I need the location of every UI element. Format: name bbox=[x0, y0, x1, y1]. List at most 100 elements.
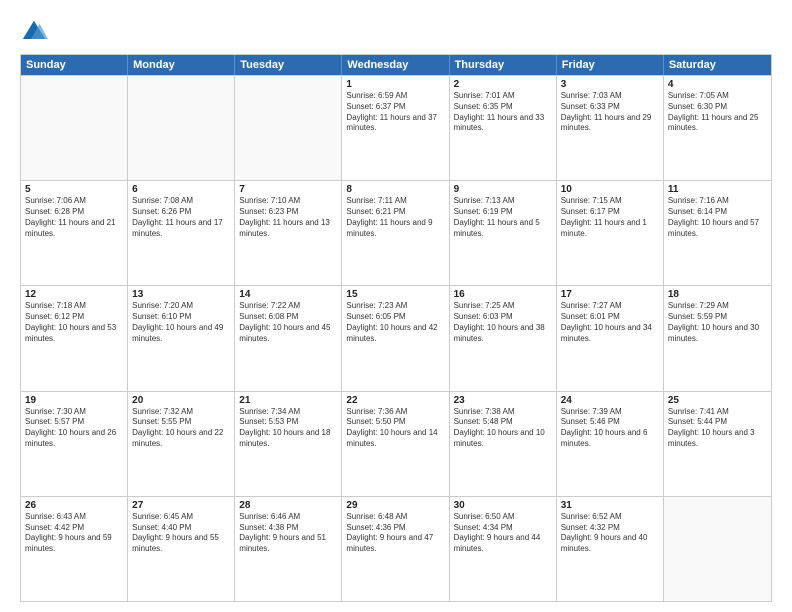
calendar-cell-0-4: 2Sunrise: 7:01 AM Sunset: 6:35 PM Daylig… bbox=[450, 76, 557, 180]
header-cell-tuesday: Tuesday bbox=[235, 55, 342, 75]
day-number: 3 bbox=[561, 79, 659, 90]
cell-info: Sunrise: 6:43 AM Sunset: 4:42 PM Dayligh… bbox=[25, 512, 123, 555]
day-number: 1 bbox=[346, 79, 444, 90]
calendar-cell-1-2: 7Sunrise: 7:10 AM Sunset: 6:23 PM Daylig… bbox=[235, 181, 342, 285]
calendar: SundayMondayTuesdayWednesdayThursdayFrid… bbox=[20, 54, 772, 602]
cell-info: Sunrise: 7:38 AM Sunset: 5:48 PM Dayligh… bbox=[454, 407, 552, 450]
day-number: 15 bbox=[346, 289, 444, 300]
day-number: 16 bbox=[454, 289, 552, 300]
calendar-cell-0-6: 4Sunrise: 7:05 AM Sunset: 6:30 PM Daylig… bbox=[664, 76, 771, 180]
day-number: 14 bbox=[239, 289, 337, 300]
cell-info: Sunrise: 7:22 AM Sunset: 6:08 PM Dayligh… bbox=[239, 301, 337, 344]
cell-info: Sunrise: 6:59 AM Sunset: 6:37 PM Dayligh… bbox=[346, 91, 444, 134]
day-number: 17 bbox=[561, 289, 659, 300]
header-cell-wednesday: Wednesday bbox=[342, 55, 449, 75]
cell-info: Sunrise: 7:15 AM Sunset: 6:17 PM Dayligh… bbox=[561, 196, 659, 239]
day-number: 4 bbox=[668, 79, 767, 90]
cell-info: Sunrise: 6:50 AM Sunset: 4:34 PM Dayligh… bbox=[454, 512, 552, 555]
header-cell-thursday: Thursday bbox=[450, 55, 557, 75]
cell-info: Sunrise: 7:10 AM Sunset: 6:23 PM Dayligh… bbox=[239, 196, 337, 239]
cell-info: Sunrise: 7:20 AM Sunset: 6:10 PM Dayligh… bbox=[132, 301, 230, 344]
cell-info: Sunrise: 7:11 AM Sunset: 6:21 PM Dayligh… bbox=[346, 196, 444, 239]
calendar-row-4: 26Sunrise: 6:43 AM Sunset: 4:42 PM Dayli… bbox=[21, 496, 771, 601]
calendar-cell-1-3: 8Sunrise: 7:11 AM Sunset: 6:21 PM Daylig… bbox=[342, 181, 449, 285]
calendar-cell-3-3: 22Sunrise: 7:36 AM Sunset: 5:50 PM Dayli… bbox=[342, 392, 449, 496]
header bbox=[20, 18, 772, 46]
calendar-cell-1-5: 10Sunrise: 7:15 AM Sunset: 6:17 PM Dayli… bbox=[557, 181, 664, 285]
cell-info: Sunrise: 7:25 AM Sunset: 6:03 PM Dayligh… bbox=[454, 301, 552, 344]
day-number: 20 bbox=[132, 395, 230, 406]
calendar-cell-2-0: 12Sunrise: 7:18 AM Sunset: 6:12 PM Dayli… bbox=[21, 286, 128, 390]
cell-info: Sunrise: 7:01 AM Sunset: 6:35 PM Dayligh… bbox=[454, 91, 552, 134]
day-number: 2 bbox=[454, 79, 552, 90]
day-number: 6 bbox=[132, 184, 230, 195]
cell-info: Sunrise: 7:06 AM Sunset: 6:28 PM Dayligh… bbox=[25, 196, 123, 239]
cell-info: Sunrise: 7:29 AM Sunset: 5:59 PM Dayligh… bbox=[668, 301, 767, 344]
calendar-cell-4-0: 26Sunrise: 6:43 AM Sunset: 4:42 PM Dayli… bbox=[21, 497, 128, 601]
cell-info: Sunrise: 7:05 AM Sunset: 6:30 PM Dayligh… bbox=[668, 91, 767, 134]
day-number: 25 bbox=[668, 395, 767, 406]
day-number: 26 bbox=[25, 500, 123, 511]
header-cell-sunday: Sunday bbox=[21, 55, 128, 75]
day-number: 23 bbox=[454, 395, 552, 406]
cell-info: Sunrise: 7:39 AM Sunset: 5:46 PM Dayligh… bbox=[561, 407, 659, 450]
page: SundayMondayTuesdayWednesdayThursdayFrid… bbox=[0, 0, 792, 612]
logo-icon bbox=[20, 18, 48, 46]
cell-info: Sunrise: 7:13 AM Sunset: 6:19 PM Dayligh… bbox=[454, 196, 552, 239]
calendar-body: 1Sunrise: 6:59 AM Sunset: 6:37 PM Daylig… bbox=[21, 75, 771, 601]
calendar-row-2: 12Sunrise: 7:18 AM Sunset: 6:12 PM Dayli… bbox=[21, 285, 771, 390]
calendar-cell-0-5: 3Sunrise: 7:03 AM Sunset: 6:33 PM Daylig… bbox=[557, 76, 664, 180]
cell-info: Sunrise: 7:23 AM Sunset: 6:05 PM Dayligh… bbox=[346, 301, 444, 344]
day-number: 9 bbox=[454, 184, 552, 195]
day-number: 11 bbox=[668, 184, 767, 195]
calendar-cell-2-1: 13Sunrise: 7:20 AM Sunset: 6:10 PM Dayli… bbox=[128, 286, 235, 390]
day-number: 27 bbox=[132, 500, 230, 511]
calendar-cell-1-1: 6Sunrise: 7:08 AM Sunset: 6:26 PM Daylig… bbox=[128, 181, 235, 285]
day-number: 22 bbox=[346, 395, 444, 406]
day-number: 18 bbox=[668, 289, 767, 300]
day-number: 12 bbox=[25, 289, 123, 300]
calendar-cell-3-0: 19Sunrise: 7:30 AM Sunset: 5:57 PM Dayli… bbox=[21, 392, 128, 496]
logo bbox=[20, 18, 50, 46]
calendar-cell-4-2: 28Sunrise: 6:46 AM Sunset: 4:38 PM Dayli… bbox=[235, 497, 342, 601]
calendar-cell-4-5: 31Sunrise: 6:52 AM Sunset: 4:32 PM Dayli… bbox=[557, 497, 664, 601]
day-number: 10 bbox=[561, 184, 659, 195]
calendar-cell-3-4: 23Sunrise: 7:38 AM Sunset: 5:48 PM Dayli… bbox=[450, 392, 557, 496]
cell-info: Sunrise: 6:45 AM Sunset: 4:40 PM Dayligh… bbox=[132, 512, 230, 555]
day-number: 5 bbox=[25, 184, 123, 195]
calendar-row-0: 1Sunrise: 6:59 AM Sunset: 6:37 PM Daylig… bbox=[21, 75, 771, 180]
day-number: 28 bbox=[239, 500, 337, 511]
calendar-cell-1-4: 9Sunrise: 7:13 AM Sunset: 6:19 PM Daylig… bbox=[450, 181, 557, 285]
calendar-cell-0-0 bbox=[21, 76, 128, 180]
calendar-cell-4-6 bbox=[664, 497, 771, 601]
cell-info: Sunrise: 7:16 AM Sunset: 6:14 PM Dayligh… bbox=[668, 196, 767, 239]
day-number: 8 bbox=[346, 184, 444, 195]
calendar-cell-2-4: 16Sunrise: 7:25 AM Sunset: 6:03 PM Dayli… bbox=[450, 286, 557, 390]
header-cell-saturday: Saturday bbox=[664, 55, 771, 75]
calendar-cell-0-3: 1Sunrise: 6:59 AM Sunset: 6:37 PM Daylig… bbox=[342, 76, 449, 180]
calendar-row-3: 19Sunrise: 7:30 AM Sunset: 5:57 PM Dayli… bbox=[21, 391, 771, 496]
header-cell-friday: Friday bbox=[557, 55, 664, 75]
cell-info: Sunrise: 7:34 AM Sunset: 5:53 PM Dayligh… bbox=[239, 407, 337, 450]
day-number: 30 bbox=[454, 500, 552, 511]
calendar-cell-0-2 bbox=[235, 76, 342, 180]
cell-info: Sunrise: 7:03 AM Sunset: 6:33 PM Dayligh… bbox=[561, 91, 659, 134]
cell-info: Sunrise: 7:36 AM Sunset: 5:50 PM Dayligh… bbox=[346, 407, 444, 450]
calendar-cell-1-6: 11Sunrise: 7:16 AM Sunset: 6:14 PM Dayli… bbox=[664, 181, 771, 285]
calendar-cell-2-3: 15Sunrise: 7:23 AM Sunset: 6:05 PM Dayli… bbox=[342, 286, 449, 390]
cell-info: Sunrise: 6:48 AM Sunset: 4:36 PM Dayligh… bbox=[346, 512, 444, 555]
day-number: 21 bbox=[239, 395, 337, 406]
calendar-cell-4-4: 30Sunrise: 6:50 AM Sunset: 4:34 PM Dayli… bbox=[450, 497, 557, 601]
calendar-cell-3-6: 25Sunrise: 7:41 AM Sunset: 5:44 PM Dayli… bbox=[664, 392, 771, 496]
day-number: 24 bbox=[561, 395, 659, 406]
header-cell-monday: Monday bbox=[128, 55, 235, 75]
calendar-cell-0-1 bbox=[128, 76, 235, 180]
calendar-cell-2-5: 17Sunrise: 7:27 AM Sunset: 6:01 PM Dayli… bbox=[557, 286, 664, 390]
cell-info: Sunrise: 7:27 AM Sunset: 6:01 PM Dayligh… bbox=[561, 301, 659, 344]
calendar-cell-1-0: 5Sunrise: 7:06 AM Sunset: 6:28 PM Daylig… bbox=[21, 181, 128, 285]
calendar-row-1: 5Sunrise: 7:06 AM Sunset: 6:28 PM Daylig… bbox=[21, 180, 771, 285]
cell-info: Sunrise: 7:18 AM Sunset: 6:12 PM Dayligh… bbox=[25, 301, 123, 344]
day-number: 31 bbox=[561, 500, 659, 511]
calendar-cell-4-1: 27Sunrise: 6:45 AM Sunset: 4:40 PM Dayli… bbox=[128, 497, 235, 601]
calendar-cell-2-6: 18Sunrise: 7:29 AM Sunset: 5:59 PM Dayli… bbox=[664, 286, 771, 390]
